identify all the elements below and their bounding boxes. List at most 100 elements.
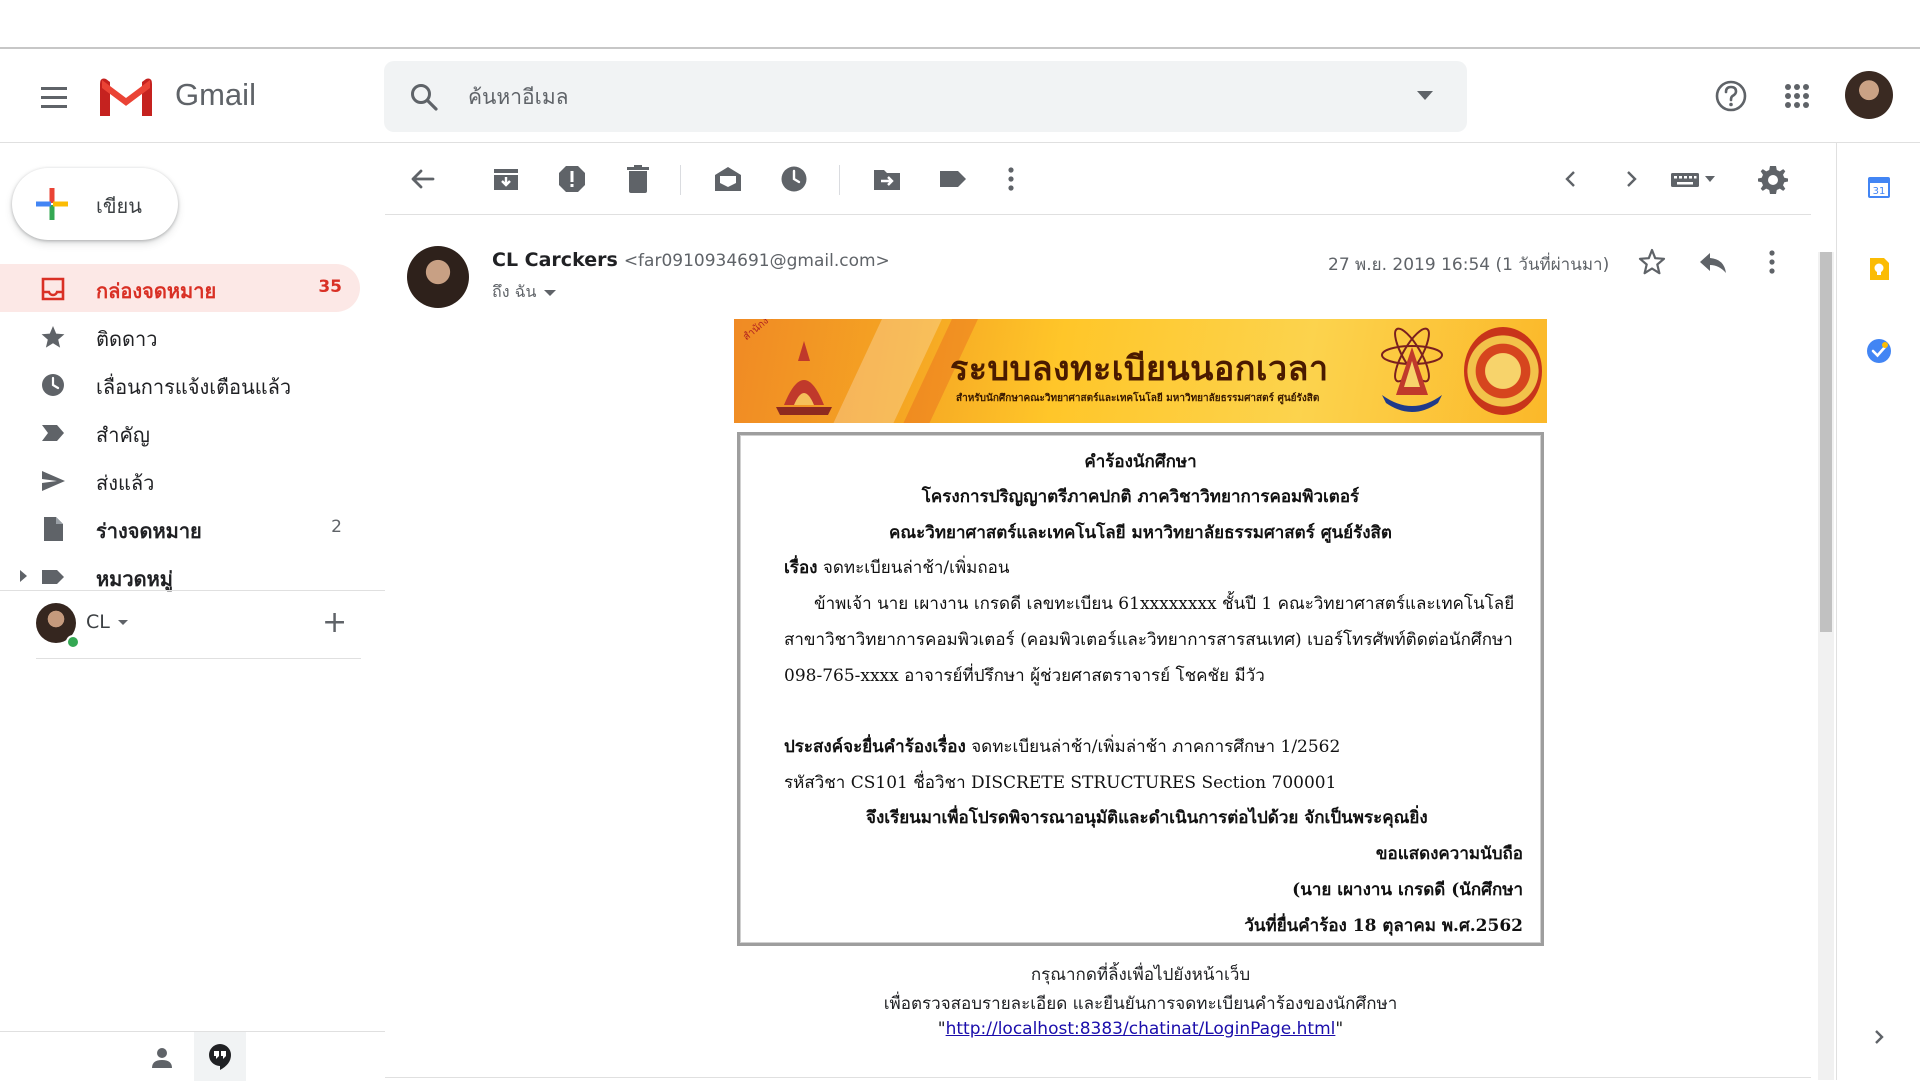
settings-gear-icon[interactable] <box>1757 163 1789 195</box>
expand-arrow-icon[interactable] <box>20 570 27 582</box>
form-subject: เรื่อง จดทะเบียนล่าช้า/เพิ่มถอน <box>784 554 1010 581</box>
nav-item-inbox[interactable]: กล่องจดหมาย 35 <box>0 264 360 312</box>
new-conversation-plus-icon[interactable]: + <box>322 605 347 640</box>
move-to-folder-icon[interactable] <box>871 163 903 195</box>
tasks-check-icon[interactable] <box>1865 337 1893 365</box>
search-options-dropdown-icon[interactable] <box>1417 91 1433 100</box>
banner-title: ระบบลงทะเบียนนอกเวลา <box>950 349 1329 389</box>
form-heading: คำร้องนักศึกษา <box>1084 452 1197 472</box>
recipient-label: ถึง ฉัน <box>492 282 537 301</box>
request-label: ประสงค์จะยื่นคำร้องเรื่อง <box>784 737 966 757</box>
draft-count: 2 <box>331 517 342 537</box>
compose-label: เขียน <box>96 194 142 218</box>
nav-item-drafts[interactable]: ร่างจดหมาย 2 <box>0 504 360 552</box>
sender-name[interactable]: CL Carckers <box>492 249 618 271</box>
app-header: Gmail <box>0 49 1920 143</box>
delete-trash-icon[interactable] <box>622 163 654 195</box>
account-avatar[interactable] <box>1845 71 1893 119</box>
nav-label: ส่งแล้ว <box>96 471 155 495</box>
user-status-dropdown-icon[interactable] <box>118 620 128 625</box>
report-spam-icon[interactable] <box>556 163 588 195</box>
compose-button[interactable]: เขียน <box>12 168 178 240</box>
form-course: รหัสวิชา CS101 ชื่อวิชา DISCRETE STRUCTU… <box>784 773 1337 793</box>
more-vertical-icon[interactable] <box>995 163 1027 195</box>
inbox-icon <box>41 277 65 301</box>
sender-avatar[interactable] <box>407 246 469 308</box>
contacts-person-icon[interactable] <box>148 1044 176 1072</box>
nav-item-sent[interactable]: ส่งแล้ว <box>0 456 360 504</box>
input-tools-keyboard-icon[interactable] <box>1669 163 1725 195</box>
search-input[interactable] <box>468 77 1368 117</box>
banner-subtitle: สำหรับนักศึกษาคณะวิทยาศาสตร์และเทคโนโลยี… <box>956 393 1320 404</box>
keep-bulb-icon[interactable] <box>1865 255 1893 283</box>
online-status-dot <box>66 635 80 649</box>
star-icon <box>41 326 65 348</box>
snooze-clock-icon[interactable] <box>778 163 810 195</box>
recipient-details[interactable]: ถึง ฉัน <box>492 280 557 305</box>
divider <box>36 658 361 659</box>
email-banner-image: สำนักงานทะเบียนนักศึกษา มธ ระบบลงทะเบียน… <box>734 319 1547 423</box>
nav-item-starred[interactable]: ติดดาว <box>0 312 360 360</box>
star-outline-icon[interactable] <box>1636 246 1668 278</box>
app-name: Gmail <box>175 77 256 112</box>
form-body-line: 098-765-xxxx อาจารย์ที่ปรึกษา ผู้ช่วยศาส… <box>784 666 1265 686</box>
label-tag-icon[interactable] <box>937 163 969 195</box>
form-date: วันที่ยื่นคำร้อง 18 ตุลาคม พ.ศ.2562 <box>1244 916 1523 936</box>
calendar-day: 31 <box>1873 186 1886 197</box>
form-program: โครงการปริญญาตรีภาคปกติ ภาควิชาวิทยาการค… <box>921 487 1360 507</box>
unread-count: 35 <box>318 277 342 297</box>
hangouts-tab[interactable] <box>194 1032 246 1081</box>
nav-label: เลื่อนการแจ้งเตือนแล้ว <box>96 375 292 399</box>
subject-value: จดทะเบียนล่าช้า/เพิ่มถอน <box>822 558 1010 578</box>
back-arrow-icon[interactable] <box>407 163 439 195</box>
university-dome-logo <box>776 341 832 415</box>
form-signature: (นาย เผางาน เกรดดี (นักศึกษา <box>1292 880 1523 900</box>
message-toolbar <box>385 143 1811 215</box>
draft-file-icon <box>44 517 63 541</box>
form-body-line: ข้าพเจ้า นาย เผางาน เกรดดี เลขทะเบียน 61… <box>814 594 1515 614</box>
scrollbar-thumb[interactable] <box>1820 252 1832 632</box>
search-bar[interactable] <box>384 61 1467 132</box>
thammasat-university-seal <box>1464 327 1542 415</box>
gmail-logo-icon[interactable] <box>96 74 156 118</box>
reply-icon[interactable] <box>1697 246 1729 278</box>
calendar-icon[interactable]: 31 <box>1865 173 1893 201</box>
sender-line: CL Carckers <far0910934691@gmail.com> <box>492 249 890 271</box>
form-closing: จึงเรียนมาเพื่อโปรดพิจารณาอนุมัติและดำเน… <box>866 808 1428 828</box>
sender-email: <far0910934691@gmail.com> <box>623 251 890 271</box>
left-nav: กล่องจดหมาย 35 ติดดาว เลื่อนการแจ้งเตือน… <box>0 264 380 600</box>
older-chevron-right-icon[interactable] <box>1615 163 1647 195</box>
toolbar-divider <box>680 165 681 195</box>
nav-item-important[interactable]: สำคัญ <box>0 408 360 456</box>
nav-item-snoozed[interactable]: เลื่อนการแจ้งเตือนแล้ว <box>0 360 360 408</box>
label-icon <box>42 570 64 584</box>
browser-top-strip <box>0 0 1920 49</box>
request-value: จดทะเบียนล่าช้า/เพิ่มล่าช้า ภาคการศึกษา … <box>971 737 1341 757</box>
expand-panel-chevron-icon[interactable] <box>1865 1023 1893 1051</box>
apps-grid-icon[interactable] <box>1777 76 1817 116</box>
quote-mark: " <box>1335 1019 1344 1039</box>
important-icon <box>42 425 64 441</box>
nav-label: สำคัญ <box>96 423 150 447</box>
form-regards: ขอแสดงความนับถือ <box>1375 844 1523 864</box>
main-menu-button[interactable] <box>36 79 72 115</box>
help-icon[interactable] <box>1711 76 1751 116</box>
hangouts-quote-icon <box>209 1044 231 1070</box>
mark-unread-icon[interactable] <box>712 163 744 195</box>
divider <box>385 1077 1811 1078</box>
form-faculty: คณะวิทยาศาสตร์และเทคโนโลยี มหาวิทยาลัยธร… <box>889 523 1392 543</box>
toolbar-divider <box>839 165 840 195</box>
instruction-line: กรุณากดที่ลิ้งเพื่อไปยังหน้าเว็บ <box>1030 965 1251 985</box>
archive-icon[interactable] <box>490 163 522 195</box>
more-vertical-icon[interactable] <box>1756 246 1788 278</box>
login-page-link[interactable]: http://localhost:8383/chatinat/LoginPage… <box>946 1019 1336 1039</box>
instruction-line: เพื่อตรวจสอบรายละเอียด และยืนยันการจดทะเ… <box>883 994 1398 1014</box>
search-icon[interactable] <box>408 81 440 113</box>
newer-chevron-left-icon[interactable] <box>1555 163 1587 195</box>
hangouts-username[interactable]: CL <box>86 611 110 633</box>
hangouts-bottom-bar <box>0 1031 385 1081</box>
link-line: "http://localhost:8383/chatinat/LoginPag… <box>734 1019 1547 1039</box>
show-details-dropdown-icon[interactable] <box>544 289 557 296</box>
hangouts-user: CL + <box>0 590 385 660</box>
student-petition-form: คำร้องนักศึกษา โครงการปริญญาตรีภาคปกติ ภ… <box>737 432 1544 946</box>
